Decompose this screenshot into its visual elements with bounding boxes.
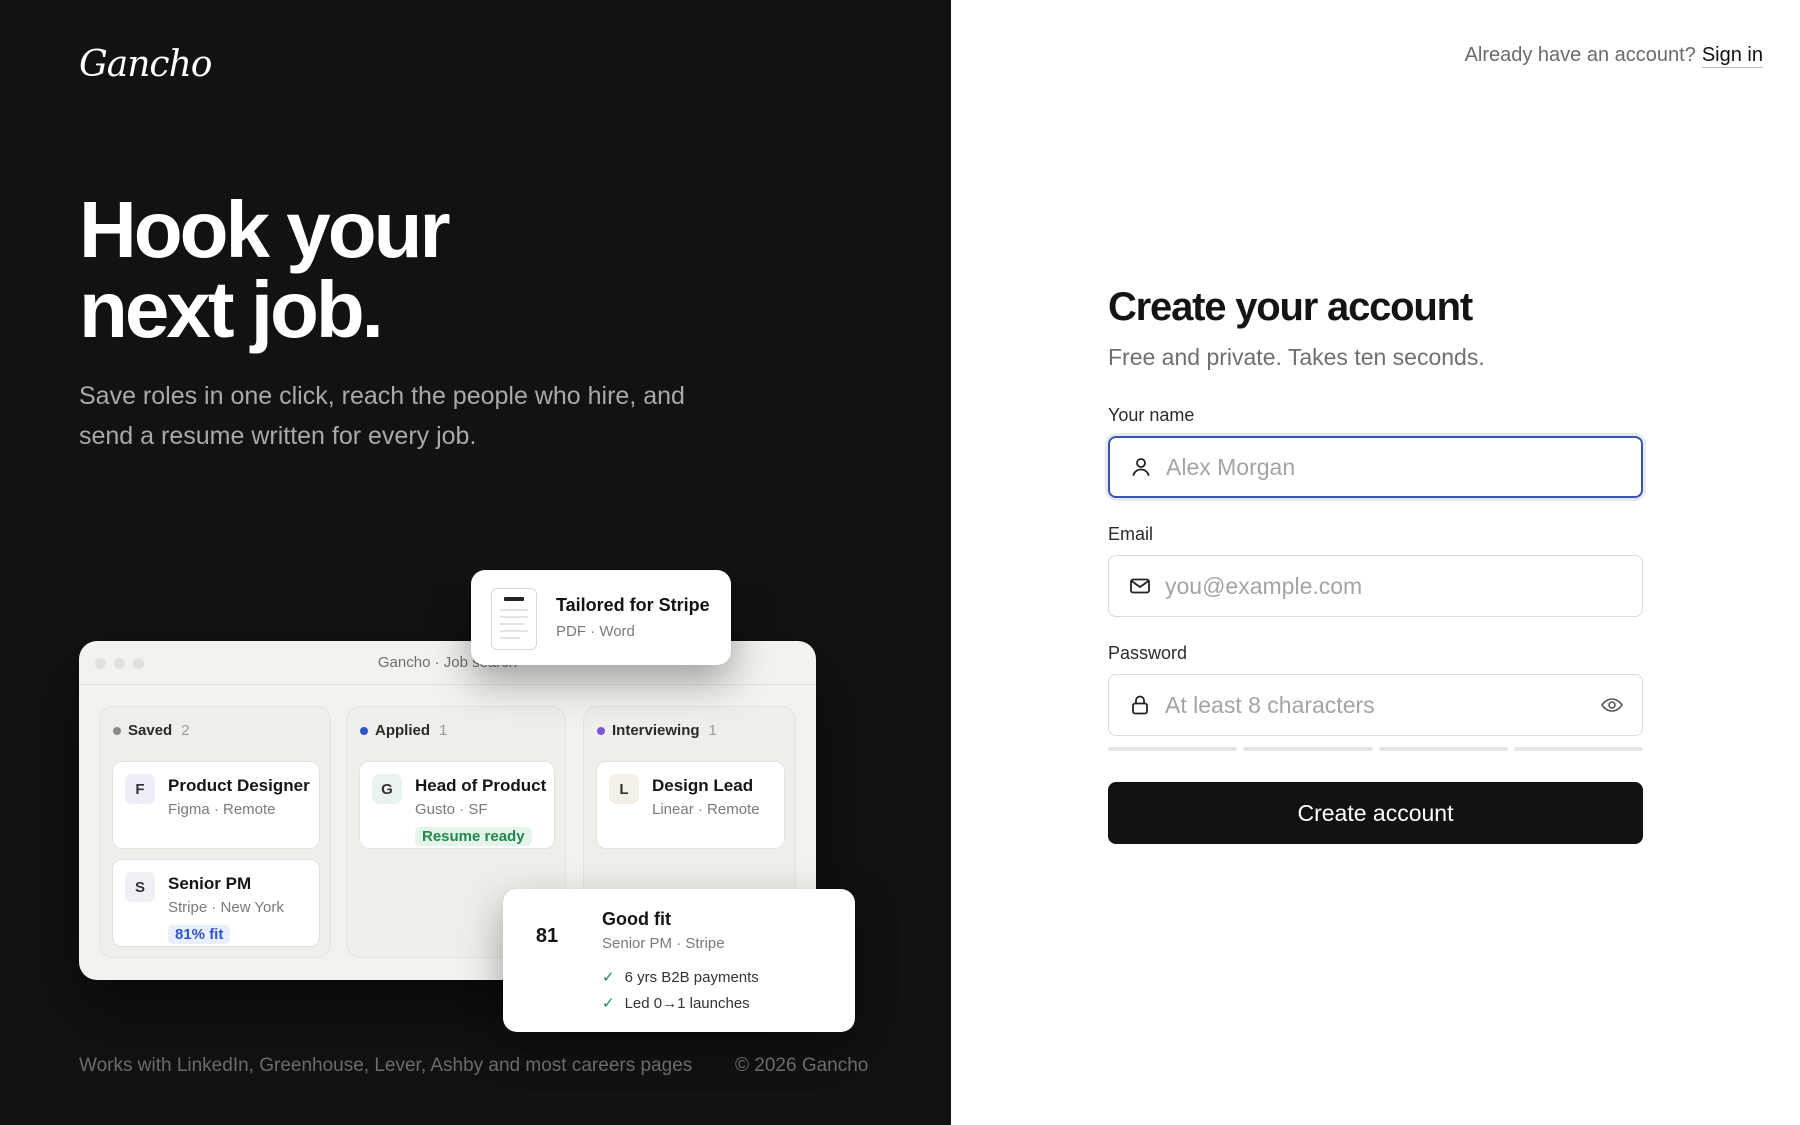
form-subtitle: Free and private. Takes ten seconds. bbox=[1108, 344, 1485, 370]
name-label: Your name bbox=[1108, 405, 1195, 425]
job-card[interactable]: G Head of Product Gusto · SF Resume read… bbox=[359, 761, 555, 849]
company-avatar: G bbox=[372, 774, 402, 804]
company-avatar: S bbox=[125, 872, 155, 902]
job-title: Senior PM bbox=[168, 874, 252, 893]
strength-segment bbox=[1378, 747, 1508, 751]
mail-icon bbox=[1130, 578, 1150, 594]
tailored-title: Tailored for Stripe bbox=[556, 595, 710, 615]
column-saved: Saved 2 F Product Designer Figma · Remot… bbox=[99, 706, 331, 958]
email-label: Email bbox=[1108, 524, 1154, 544]
signin-prompt-text: Already have an account? bbox=[1464, 44, 1696, 66]
column-name: Saved bbox=[128, 722, 173, 739]
password-field-group: Password bbox=[1108, 643, 1643, 751]
job-meta: Figma · Remote bbox=[168, 801, 276, 818]
form-title: Create your account bbox=[1108, 285, 1473, 329]
fit-title: Good fit bbox=[602, 909, 671, 929]
job-card[interactable]: F Product Designer Figma · Remote bbox=[112, 761, 320, 849]
password-strength-meter bbox=[1108, 747, 1643, 751]
fit-badge: 81% fit bbox=[168, 925, 231, 944]
document-icon bbox=[491, 588, 537, 650]
strength-segment bbox=[1513, 747, 1643, 751]
signup-panel: Already have an account? Sign in Create y… bbox=[951, 0, 1800, 1125]
job-card[interactable]: S Senior PM Stripe · New York 81% fit bbox=[112, 859, 320, 947]
strength-segment bbox=[1108, 747, 1238, 751]
company-avatar: L bbox=[609, 774, 639, 804]
lock-icon bbox=[1132, 695, 1148, 715]
signin-link[interactable]: Sign in bbox=[1701, 44, 1763, 68]
signup-form: Create your account Free and private. Ta… bbox=[1108, 285, 1643, 844]
status-dot-icon bbox=[113, 726, 121, 735]
checkmark-icon: ✓ bbox=[602, 995, 615, 1012]
name-field-group: Your name bbox=[1108, 405, 1643, 498]
create-account-button[interactable]: Create account bbox=[1108, 782, 1643, 844]
column-count: 1 bbox=[439, 722, 448, 739]
fit-check-item: ✓ Led 0→1 launches bbox=[602, 994, 750, 1013]
integrations-note: Works with LinkedIn, Greenhouse, Lever, … bbox=[79, 1055, 693, 1076]
hero-headline: Hook your next job. bbox=[79, 185, 451, 354]
column-header: Applied 1 bbox=[360, 722, 447, 739]
job-card[interactable]: L Design Lead Linear · Remote bbox=[596, 761, 785, 849]
strength-segment bbox=[1243, 747, 1373, 751]
tailored-resume-card: Tailored for Stripe PDF · Word bbox=[471, 570, 731, 665]
job-title: Head of Product bbox=[415, 776, 547, 795]
copyright: © 2026 Gancho bbox=[735, 1055, 869, 1076]
name-field-wrapper bbox=[1108, 436, 1643, 498]
checkmark-icon: ✓ bbox=[602, 969, 615, 986]
hero-headline-line2: next job. bbox=[79, 265, 384, 354]
company-avatar: F bbox=[125, 774, 155, 804]
fit-check-text: 6 yrs B2B payments bbox=[624, 968, 759, 986]
column-header: Saved 2 bbox=[113, 722, 190, 739]
resume-ready-badge: Resume ready bbox=[415, 827, 532, 846]
name-input[interactable] bbox=[1166, 453, 1586, 481]
signin-prompt: Already have an account? Sign in bbox=[1464, 44, 1763, 68]
job-meta: Gusto · SF bbox=[415, 801, 488, 818]
marketing-panel: Gancho Hook your next job. Save roles in… bbox=[0, 0, 951, 1125]
status-dot-icon bbox=[360, 726, 368, 735]
email-field-wrapper bbox=[1108, 555, 1643, 617]
email-input[interactable] bbox=[1165, 572, 1585, 600]
brand-logo[interactable]: Gancho bbox=[79, 44, 212, 85]
tailored-meta: PDF · Word bbox=[556, 623, 635, 640]
job-title: Design Lead bbox=[652, 776, 754, 795]
hero-headline-line1: Hook your bbox=[79, 185, 451, 274]
fit-score-card: 81 Good fit Senior PM · Stripe ✓ 6 yrs B… bbox=[503, 889, 855, 1032]
column-count: 1 bbox=[708, 722, 717, 739]
column-name: Applied bbox=[375, 722, 430, 739]
password-label: Password bbox=[1108, 643, 1188, 663]
fit-score: 81 bbox=[535, 925, 559, 947]
job-meta: Stripe · New York bbox=[168, 899, 284, 916]
column-header: Interviewing 1 bbox=[597, 722, 717, 739]
eye-icon[interactable] bbox=[1600, 693, 1624, 717]
fit-check-item: ✓ 6 yrs B2B payments bbox=[602, 968, 759, 987]
fit-meta: Senior PM · Stripe bbox=[602, 935, 725, 952]
column-name: Interviewing bbox=[612, 722, 700, 739]
password-input[interactable] bbox=[1165, 691, 1585, 719]
job-meta: Linear · Remote bbox=[652, 801, 760, 818]
email-field-group: Email bbox=[1108, 524, 1643, 617]
password-field-wrapper bbox=[1108, 674, 1643, 736]
hero-subtitle: Save roles in one click, reach the peopl… bbox=[79, 382, 685, 450]
user-icon bbox=[1132, 458, 1150, 476]
fit-check-text: Led 0→1 launches bbox=[624, 994, 750, 1012]
status-dot-icon bbox=[597, 726, 605, 735]
job-title: Product Designer bbox=[168, 776, 310, 795]
column-count: 2 bbox=[181, 722, 190, 739]
